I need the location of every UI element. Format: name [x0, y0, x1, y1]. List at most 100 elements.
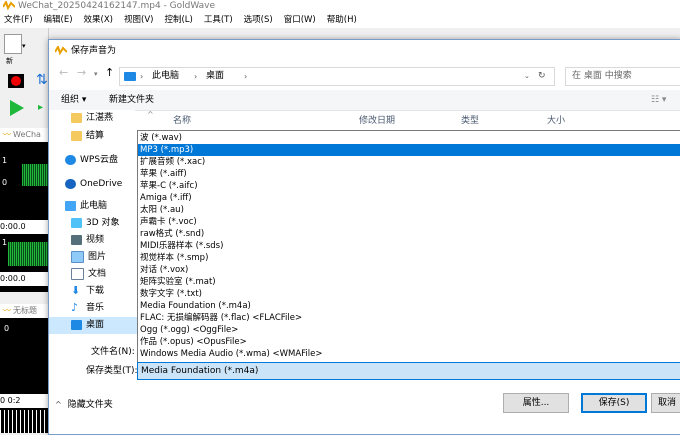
refresh-icon[interactable]: ↻	[538, 68, 546, 85]
cancel-button[interactable]: 取消	[651, 393, 680, 413]
waveform-panel-2[interactable]: 0 0 0:2	[0, 318, 48, 433]
hide-folders-toggle[interactable]: ^ 隐藏文件夹	[55, 398, 113, 412]
file-type-option[interactable]: 视觉样本 (*.smp)	[138, 252, 680, 264]
channel-label: 1	[2, 238, 8, 247]
column-size[interactable]: 大小	[547, 110, 565, 132]
file-type-option[interactable]: FLAC: 无损编解码器 (*.flac) <FLACFile>	[138, 312, 680, 324]
folder-icon	[71, 112, 82, 123]
goldwave-small-icon: 〰	[3, 306, 11, 315]
menu-tools[interactable]: 工具(T)	[204, 15, 233, 25]
cloud-icon	[65, 154, 76, 165]
menu-effects[interactable]: 效果(X)	[84, 15, 113, 25]
file-type-option-selected[interactable]: MP3 (*.mp3)	[138, 144, 680, 156]
computer-icon	[65, 200, 76, 211]
file-type-option[interactable]: 对话 (*.vox)	[138, 264, 680, 276]
play-next-icon[interactable]: ▸	[38, 102, 43, 113]
cloud-icon	[65, 178, 76, 189]
toolbar-icons-strip	[140, 30, 680, 39]
menu-view[interactable]: 视图(V)	[124, 15, 153, 25]
download-icon: ⬇	[71, 283, 81, 297]
goldwave-logo-icon	[3, 1, 15, 11]
file-type-option[interactable]: 数字文字 (*.txt)	[138, 288, 680, 300]
file-type-dropdown-list[interactable]: 波 (*.wav) MP3 (*.mp3) 扩展音频 (*.xac) 苹果 (*…	[137, 130, 680, 364]
time-label: 0 0:2	[0, 394, 48, 408]
file-type-option[interactable]: Ogg (*.ogg) <OggFile>	[138, 324, 680, 336]
channel-label: 0	[2, 178, 8, 187]
dialog-title: 保存声音为	[71, 46, 117, 56]
stop-record-icon[interactable]	[8, 74, 24, 88]
menu-options[interactable]: 选项(S)	[244, 15, 273, 25]
save-button[interactable]: 保存(S)	[581, 393, 647, 413]
new-dropdown-icon[interactable]: ▾	[22, 42, 26, 50]
address-bar[interactable]: › 此电脑 › 桌面 › ⌄ ↻	[119, 67, 555, 86]
main-title: WeChat_20250424162147.mp4 - GoldWave	[18, 1, 216, 11]
column-type[interactable]: 类型	[461, 110, 479, 132]
file-type-option[interactable]: 波 (*.wav)	[138, 132, 680, 144]
nav-item-onedrive[interactable]: OneDrive	[49, 176, 151, 193]
breadcrumb-desktop[interactable]: 桌面	[206, 68, 224, 85]
play-icon[interactable]	[10, 100, 24, 116]
cube-icon	[71, 217, 82, 228]
file-type-option[interactable]: Media Foundation (*.m4a)	[138, 300, 680, 312]
attributes-button[interactable]: 属性...	[503, 393, 569, 413]
file-type-option[interactable]: 作品 (*.opus) <OpusFile>	[138, 336, 680, 348]
folder-icon	[71, 130, 82, 141]
filetype-label: 保存类型(T):	[86, 366, 138, 376]
picture-icon	[71, 250, 84, 263]
forward-arrow-icon[interactable]: →	[77, 66, 86, 79]
nav-bar: ← → ▾ ↑ › 此电脑 › 桌面 › ⌄ ↻ 在 桌面 中搜索	[49, 62, 680, 90]
file-type-option[interactable]: MIDI乐器样本 (*.sds)	[138, 240, 680, 252]
menu-help[interactable]: 帮助(H)	[327, 15, 357, 25]
child-window-title-2[interactable]: 〰无标题	[0, 304, 48, 318]
menu-control[interactable]: 控制(L)	[164, 15, 192, 25]
recent-dropdown-icon[interactable]: ▾	[94, 70, 98, 78]
address-dropdown-icon[interactable]: ⌄	[524, 68, 530, 85]
breadcrumb-separator-icon: ›	[194, 72, 198, 81]
file-type-option[interactable]: 太阳 (*.au)	[138, 204, 680, 216]
new-file-icon[interactable]	[4, 34, 22, 54]
file-type-option[interactable]: raw格式 (*.snd)	[138, 228, 680, 240]
column-modified[interactable]: 修改日期	[359, 110, 395, 132]
file-type-option[interactable]: Amiga (*.iff)	[138, 192, 680, 204]
save-dialog: 保存声音为 ← → ▾ ↑ › 此电脑 › 桌面 › ⌄ ↻ 在 桌面 中搜索 …	[48, 39, 680, 435]
column-name[interactable]: 名称	[173, 110, 191, 132]
nav-item-this-pc[interactable]: 此电脑	[49, 198, 151, 215]
breadcrumb-separator-icon: ›	[140, 72, 144, 81]
menu-file[interactable]: 文件(F)	[4, 15, 33, 25]
channel-label: 1	[2, 156, 8, 165]
video-icon	[71, 234, 82, 245]
child-window-title-1[interactable]: 〰 WeCha	[0, 128, 48, 142]
chevron-up-icon: ^	[55, 400, 62, 409]
command-bar: 组织 ▾ 新建文件夹 ☷ ▾	[49, 90, 680, 111]
swap-arrows-icon[interactable]: ⇅	[36, 72, 48, 88]
file-type-option[interactable]: 苹果 (*.aiff)	[138, 168, 680, 180]
file-type-option[interactable]: 声霸卡 (*.voc)	[138, 216, 680, 228]
view-options-icon[interactable]: ☷ ▾	[651, 90, 666, 110]
waveform-left	[22, 164, 48, 186]
up-arrow-icon[interactable]: ↑	[105, 66, 114, 79]
back-arrow-icon[interactable]: ←	[59, 66, 68, 79]
breadcrumb-separator-icon: ›	[244, 72, 248, 81]
organize-button[interactable]: 组织 ▾	[61, 90, 86, 110]
search-input[interactable]: 在 桌面 中搜索	[565, 67, 680, 86]
document-icon	[71, 267, 84, 280]
menu-edit[interactable]: 编辑(E)	[44, 15, 73, 25]
file-type-option[interactable]: Windows Media Audio (*.wma) <WMAFile>	[138, 348, 680, 360]
menu-window[interactable]: 窗口(W)	[284, 15, 316, 25]
waveform-panel-1[interactable]: 1 0 0:00.0 1 0:00.0	[0, 142, 48, 292]
file-type-option[interactable]: 扩展音频 (*.xac)	[138, 156, 680, 168]
timeline-ruler	[0, 410, 48, 433]
search-placeholder: 在 桌面 中搜索	[572, 71, 632, 81]
filetype-select[interactable]: Media Foundation (*.m4a)	[137, 362, 680, 380]
channel-label: 0	[4, 324, 10, 333]
time-label: 0:00.0	[0, 272, 48, 286]
filename-label: 文件名(N):	[91, 347, 135, 357]
file-type-option[interactable]: 苹果-C (*.aifc)	[138, 180, 680, 192]
nav-item-wps-cloud[interactable]: WPS云盘	[49, 152, 151, 169]
time-label: 0:00.0	[0, 220, 48, 234]
file-list-header: ^ 名称 修改日期 类型 大小	[137, 110, 680, 132]
music-icon: ♪	[71, 300, 79, 314]
breadcrumb-this-pc[interactable]: 此电脑	[152, 68, 179, 85]
file-type-option[interactable]: 矩阵实验室 (*.mat)	[138, 276, 680, 288]
goldwave-logo-icon	[55, 46, 67, 56]
